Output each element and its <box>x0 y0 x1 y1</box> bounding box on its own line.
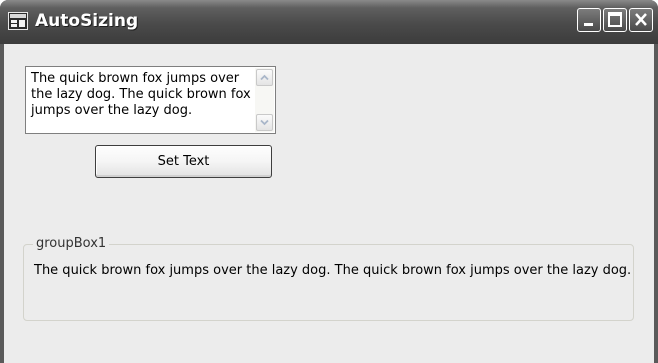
close-button[interactable] <box>629 8 653 32</box>
set-text-button[interactable]: Set Text <box>95 145 272 178</box>
title-bar[interactable]: AutoSizing <box>0 0 658 44</box>
autosizing-window: AutoSizing The quick brown fox jumps ove… <box>0 0 658 363</box>
chevron-down-icon <box>260 119 269 126</box>
close-icon <box>635 13 647 26</box>
group-box-title: groupBox1 <box>33 236 110 252</box>
group-box-label: The quick brown fox jumps over the lazy … <box>34 263 632 278</box>
app-icon[interactable] <box>8 12 28 30</box>
minimize-button[interactable] <box>577 8 601 32</box>
textbox-text[interactable]: The quick brown fox jumps over the lazy … <box>31 71 253 119</box>
maximize-button[interactable] <box>603 8 627 32</box>
minimize-icon <box>584 23 593 26</box>
client-area: The quick brown fox jumps over the lazy … <box>4 44 654 363</box>
vertical-scrollbar[interactable] <box>255 68 274 132</box>
scroll-up-button[interactable] <box>256 69 273 86</box>
scroll-down-button[interactable] <box>256 114 273 131</box>
maximize-icon <box>608 12 622 27</box>
multiline-textbox[interactable]: The quick brown fox jumps over the lazy … <box>25 66 276 134</box>
window-title: AutoSizing <box>35 11 139 31</box>
group-box: groupBox1 The quick brown fox jumps over… <box>23 236 634 321</box>
chevron-up-icon <box>260 74 269 81</box>
